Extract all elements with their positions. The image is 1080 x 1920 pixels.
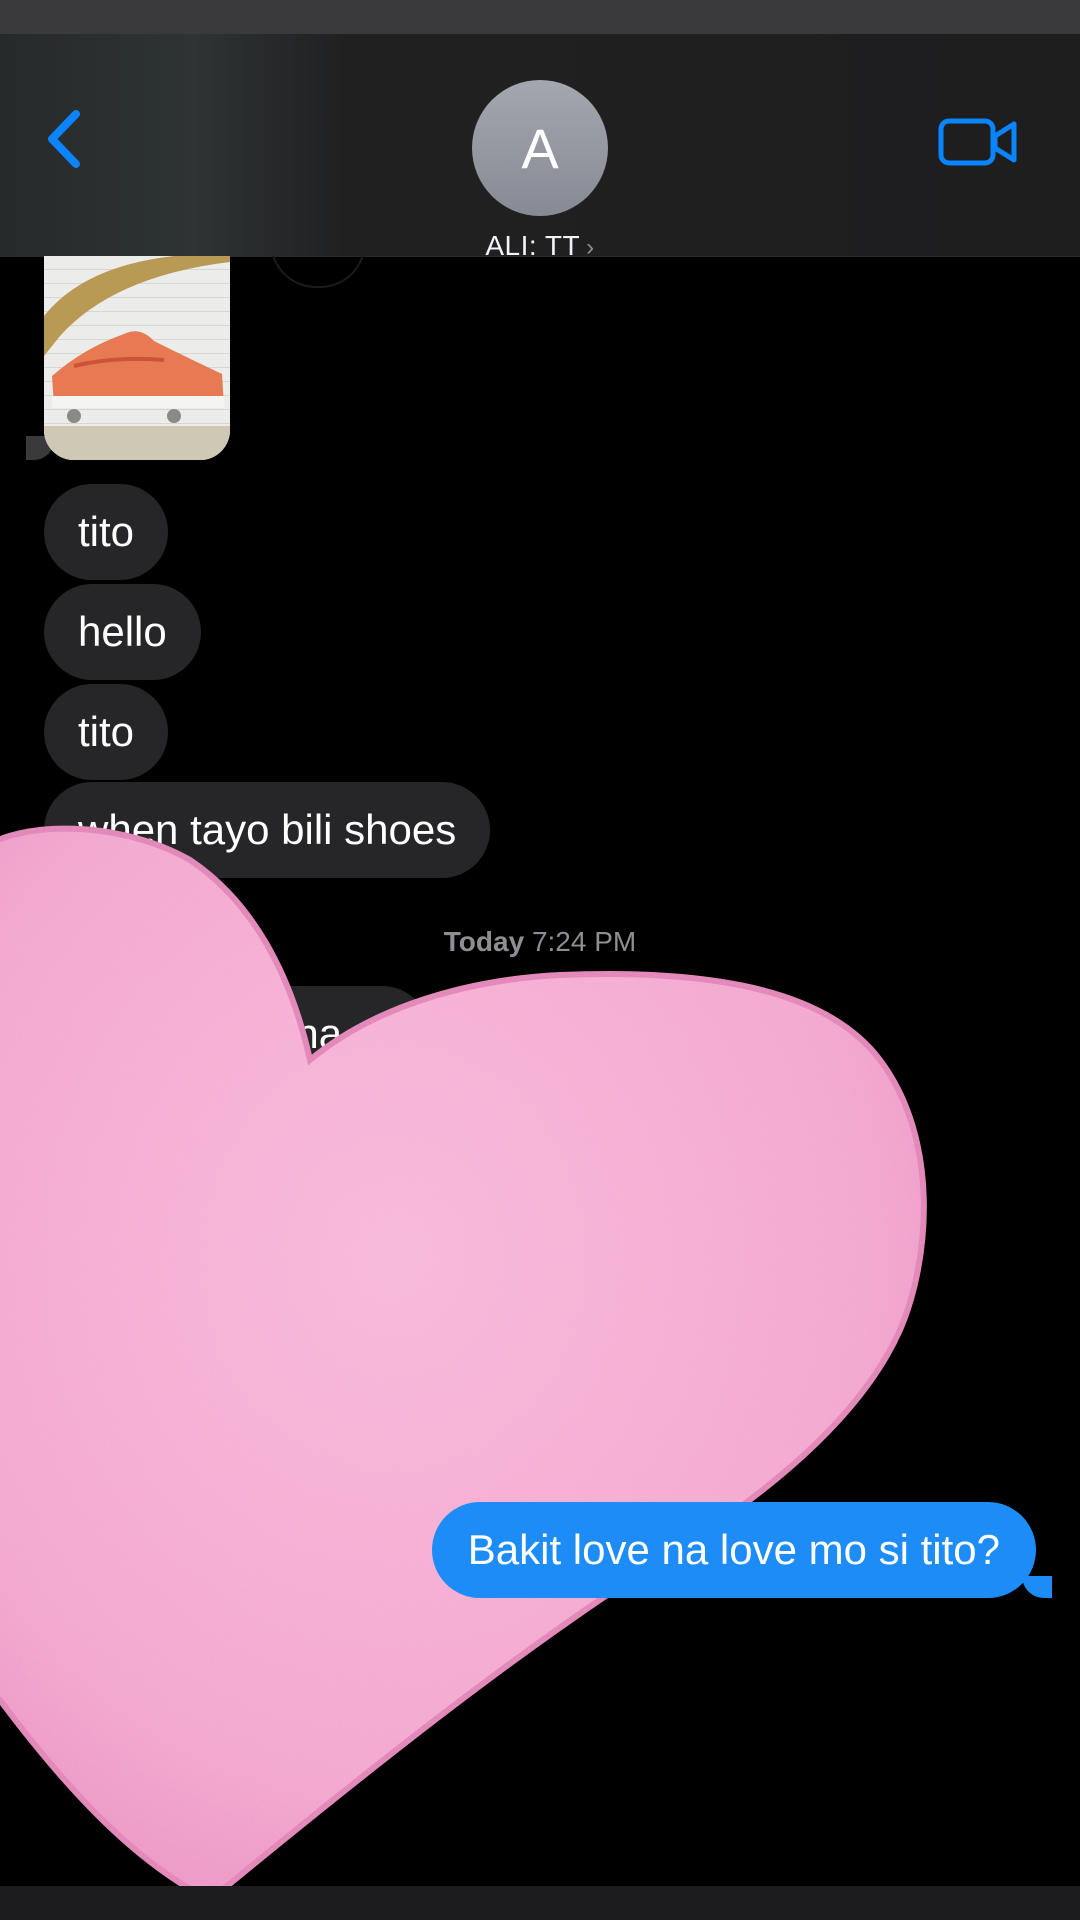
message-text: hello bbox=[78, 608, 167, 655]
timestamp-time: 7:24 PM bbox=[531, 926, 637, 957]
partial-reaction-badge bbox=[270, 256, 366, 288]
message-text: Bakit love na love mo si tito? bbox=[467, 1526, 1000, 1573]
video-camera-icon bbox=[938, 118, 1017, 166]
contact-avatar[interactable]: A bbox=[472, 80, 608, 216]
chevron-left-icon bbox=[48, 110, 80, 168]
message-text: d bbox=[310, 1110, 334, 1157]
message-text: aw na ng bbox=[230, 1010, 401, 1057]
facetime-video-button[interactable] bbox=[938, 116, 1018, 168]
message-text: tito bbox=[78, 708, 135, 755]
input-bar-edge bbox=[0, 1886, 1080, 1920]
back-button[interactable] bbox=[36, 104, 92, 174]
avatar-initial: A bbox=[521, 116, 559, 180]
message-timestamp: Today 7:24 PM bbox=[0, 926, 1080, 958]
message-bubble-incoming[interactable]: tito bbox=[44, 484, 169, 580]
message-bubble-outgoing[interactable]: Bakit love na love mo si tito? bbox=[431, 1502, 1036, 1598]
conversation-header: A ALI: TT › bbox=[0, 34, 1080, 261]
message-bubble-incoming-obscured[interactable]: aw na ng bbox=[200, 986, 431, 1082]
message-text: tito bbox=[78, 508, 135, 555]
message-bubble-incoming-obscured[interactable]: d bbox=[280, 1086, 364, 1182]
message-bubble-incoming[interactable]: when tayo bili shoes bbox=[44, 782, 491, 878]
message-thread[interactable]: tito hello tito when tayo bili shoes Tod… bbox=[0, 256, 1080, 1886]
message-text: when tayo bili shoes bbox=[78, 806, 457, 853]
message-bubble-incoming[interactable]: hello bbox=[44, 584, 201, 680]
shoe-photo bbox=[44, 256, 230, 460]
shoe-photo-attachment[interactable] bbox=[44, 256, 230, 460]
timestamp-day: Today bbox=[443, 926, 525, 957]
status-bar bbox=[0, 0, 1080, 34]
message-bubble-incoming[interactable]: tito bbox=[44, 684, 169, 780]
